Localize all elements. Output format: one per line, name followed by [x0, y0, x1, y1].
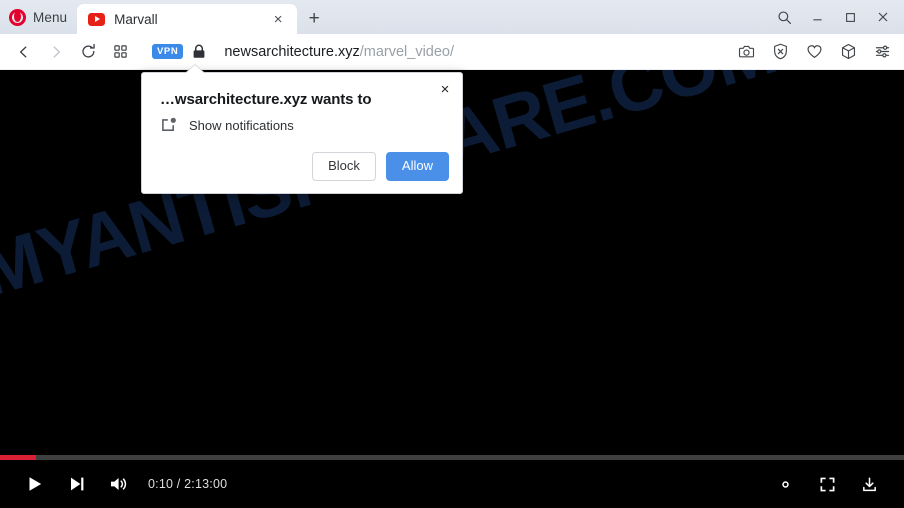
- permission-label: Show notifications: [189, 118, 294, 133]
- dialog-title: …wsarchitecture.xyz wants to: [160, 91, 372, 108]
- forward-button[interactable]: [40, 37, 72, 67]
- opera-menu-label: Menu: [33, 9, 68, 25]
- allow-button[interactable]: Allow: [385, 152, 449, 181]
- lock-icon[interactable]: [192, 44, 206, 59]
- fullscreen-button[interactable]: [806, 463, 848, 505]
- notification-permission-dialog: × …wsarchitecture.xyz wants to Show noti…: [141, 65, 463, 194]
- tab-title: Marvall: [114, 11, 158, 27]
- timecode-label: 0:10 / 2:13:00: [148, 477, 228, 491]
- crypto-wallet-icon[interactable]: [834, 38, 862, 66]
- youtube-play-icon: [88, 12, 106, 26]
- url-path: /marvel_video/: [359, 43, 455, 60]
- volume-button[interactable]: [98, 463, 140, 505]
- snapshot-icon[interactable]: [732, 38, 760, 66]
- video-player-controls: 0:10 / 2:13:00: [0, 455, 904, 508]
- tab-strip: Menu Marvall × +: [0, 0, 904, 34]
- easy-setup-icon[interactable]: [868, 38, 896, 66]
- url-host: newsarchitecture.xyz: [224, 43, 360, 60]
- search-icon[interactable]: [769, 3, 799, 31]
- reload-button[interactable]: [72, 37, 104, 67]
- player-right-controls: [764, 463, 890, 505]
- close-icon[interactable]: ×: [267, 8, 289, 30]
- ad-blocker-icon[interactable]: [766, 38, 794, 66]
- back-button[interactable]: [8, 37, 40, 67]
- dialog-pointer: [186, 65, 204, 73]
- url-text[interactable]: newsarchitecture.xyz/marvel_video/: [224, 44, 454, 60]
- settings-button[interactable]: [764, 463, 806, 505]
- toolbar-right-icons: [732, 38, 896, 66]
- window-controls: [769, 0, 904, 34]
- notification-icon: [161, 117, 178, 134]
- close-window-button[interactable]: [868, 3, 898, 31]
- address-bar[interactable]: VPN newsarchitecture.xyz/marvel_video/: [152, 44, 722, 60]
- dialog-actions: Block Allow: [312, 152, 449, 181]
- opera-menu-button[interactable]: Menu: [0, 0, 77, 34]
- tab-islands-icon[interactable]: [104, 37, 136, 67]
- download-button[interactable]: [848, 463, 890, 505]
- permission-row: Show notifications: [161, 117, 294, 134]
- play-button[interactable]: [14, 463, 56, 505]
- player-control-row: 0:10 / 2:13:00: [0, 460, 904, 508]
- vpn-badge[interactable]: VPN: [152, 44, 184, 59]
- navigation-toolbar: VPN newsarchitecture.xyz/marvel_video/: [0, 34, 904, 70]
- next-button[interactable]: [56, 463, 98, 505]
- minimize-button[interactable]: [802, 3, 832, 31]
- opera-logo: [9, 8, 26, 26]
- heart-icon[interactable]: [800, 38, 828, 66]
- close-icon[interactable]: ×: [436, 80, 454, 98]
- new-tab-button[interactable]: +: [303, 8, 325, 30]
- browser-tab[interactable]: Marvall ×: [77, 4, 298, 34]
- block-button[interactable]: Block: [312, 152, 376, 181]
- maximize-button[interactable]: [835, 3, 865, 31]
